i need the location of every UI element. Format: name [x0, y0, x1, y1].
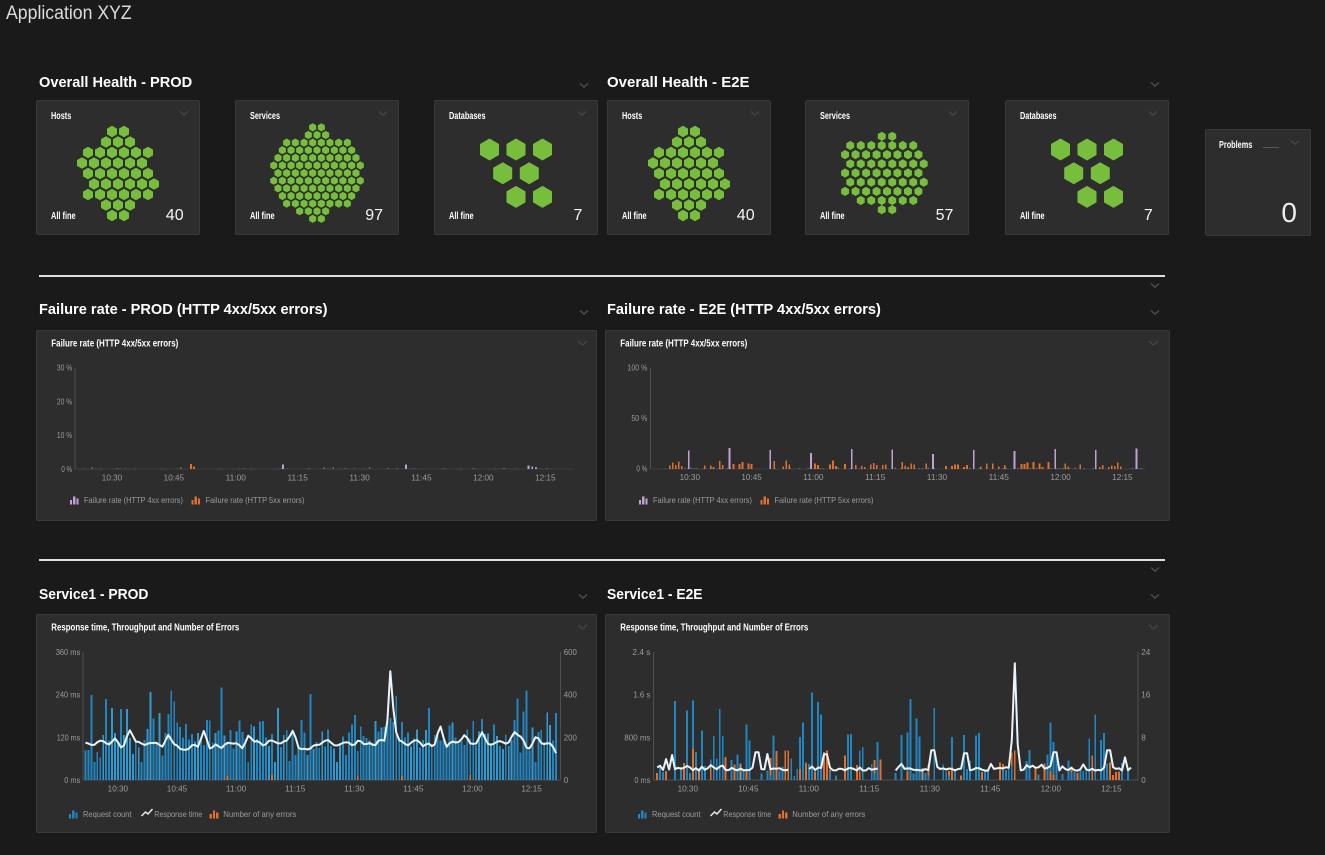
svg-text:11:15: 11:15 [859, 784, 880, 793]
svg-text:Number of any errors: Number of any errors [224, 809, 297, 819]
svg-text:11:45: 11:45 [412, 473, 433, 482]
svg-text:Failure rate (HTTP 5xx errors): Failure rate (HTTP 5xx errors) [775, 495, 874, 505]
svg-text:0 ms: 0 ms [635, 776, 651, 785]
svg-text:12:00: 12:00 [1051, 473, 1072, 482]
svg-text:11:30: 11:30 [920, 784, 941, 793]
svg-text:0: 0 [1141, 776, 1146, 785]
svg-text:0: 0 [564, 776, 569, 785]
svg-text:11:30: 11:30 [927, 473, 948, 482]
svg-text:11:30: 11:30 [344, 784, 365, 793]
svg-text:11:45: 11:45 [989, 473, 1010, 482]
svg-text:12:15: 12:15 [535, 473, 556, 482]
svg-text:11:15: 11:15 [865, 473, 886, 482]
svg-text:0 ms: 0 ms [64, 776, 80, 785]
svg-text:Failure rate (HTTP 4xx errors): Failure rate (HTTP 4xx errors) [653, 495, 752, 505]
svg-text:2.4 s: 2.4 s [633, 648, 651, 657]
svg-text:12:00: 12:00 [473, 473, 494, 482]
svg-text:400: 400 [564, 690, 578, 699]
svg-text:Failure rate (HTTP 4xx/5xx err: Failure rate (HTTP 4xx/5xx errors) [620, 338, 747, 349]
svg-text:360 ms: 360 ms [56, 648, 81, 657]
svg-text:11:00: 11:00 [226, 473, 247, 482]
svg-text:12:15: 12:15 [1112, 473, 1133, 482]
svg-text:200: 200 [564, 733, 578, 742]
svg-text:11:15: 11:15 [288, 473, 309, 482]
svg-text:12:15: 12:15 [1101, 784, 1122, 793]
svg-text:Request count: Request count [83, 809, 132, 819]
svg-text:Response time, Throughput and: Response time, Throughput and Number of … [52, 622, 240, 633]
svg-text:0 %: 0 % [637, 464, 648, 473]
svg-text:Response time: Response time [155, 809, 203, 819]
svg-text:8: 8 [1141, 733, 1146, 742]
svg-text:Number of any errors: Number of any errors [792, 809, 865, 819]
svg-text:Failure rate (HTTP 4xx/5xx err: Failure rate (HTTP 4xx/5xx errors) [52, 338, 179, 349]
svg-text:24: 24 [1141, 648, 1151, 657]
svg-text:11:30: 11:30 [350, 473, 371, 482]
svg-text:30 %: 30 % [57, 363, 72, 372]
svg-text:11:00: 11:00 [226, 784, 247, 793]
svg-text:10:45: 10:45 [738, 784, 759, 793]
svg-text:11:15: 11:15 [285, 784, 306, 793]
svg-text:16: 16 [1141, 690, 1151, 699]
svg-text:50 %: 50 % [632, 414, 648, 423]
svg-text:Failure rate (HTTP 4xx errors): Failure rate (HTTP 4xx errors) [84, 495, 183, 505]
svg-text:10:45: 10:45 [742, 473, 763, 482]
svg-text:1.6 s: 1.6 s [634, 690, 651, 699]
svg-text:10:30: 10:30 [678, 784, 699, 793]
svg-text:11:45: 11:45 [403, 784, 424, 793]
svg-text:10:45: 10:45 [164, 473, 185, 482]
svg-text:Request count: Request count [652, 809, 701, 819]
svg-text:10:30: 10:30 [102, 473, 123, 482]
svg-text:100 %: 100 % [628, 363, 648, 372]
svg-text:12:00: 12:00 [463, 784, 484, 793]
svg-text:11:45: 11:45 [980, 784, 1001, 793]
svg-text:240 ms: 240 ms [56, 690, 81, 699]
svg-text:0 %: 0 % [61, 465, 72, 474]
svg-text:12:15: 12:15 [522, 784, 543, 793]
svg-text:20 %: 20 % [57, 397, 72, 406]
svg-text:11:00: 11:00 [803, 473, 824, 482]
svg-text:800 ms: 800 ms [625, 733, 651, 742]
svg-text:Response time: Response time [723, 809, 771, 819]
svg-text:10:45: 10:45 [167, 784, 188, 793]
svg-text:Response time, Throughput and: Response time, Throughput and Number of … [620, 622, 808, 633]
svg-text:10 %: 10 % [57, 431, 72, 440]
svg-text:600: 600 [564, 648, 578, 657]
svg-text:11:00: 11:00 [799, 784, 820, 793]
svg-text:12:00: 12:00 [1041, 784, 1062, 793]
svg-text:10:30: 10:30 [680, 473, 701, 482]
svg-text:Failure rate (HTTP 5xx errors): Failure rate (HTTP 5xx errors) [206, 495, 305, 505]
svg-text:120 ms: 120 ms [57, 733, 81, 742]
svg-text:10:30: 10:30 [108, 784, 129, 793]
